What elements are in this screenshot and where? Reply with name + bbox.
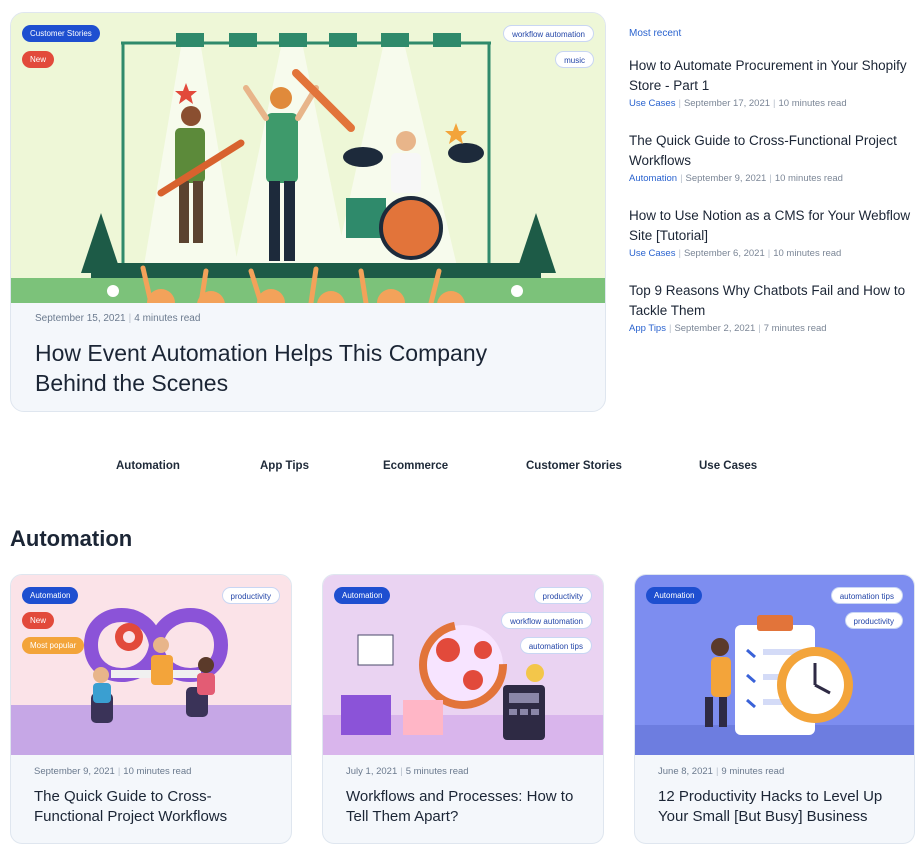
article-meta: June 8, 2021 | 9 minutes read (658, 766, 785, 777)
category-badge[interactable]: Automation (334, 587, 391, 604)
recent-item-meta: App Tips | September 2, 2021 | 7 minutes rea… (629, 323, 827, 334)
list-item[interactable]: The Quick Guide to Cross-Functional Proj… (629, 131, 915, 184)
recent-item-category[interactable]: Use Cases (629, 248, 675, 259)
article-title[interactable]: The Quick Guide to Cross-Functional Proj… (34, 787, 279, 827)
recent-item-meta: Use Cases | September 17, 2021 | 10 minutes … (629, 98, 847, 109)
article-card[interactable]: Automation automation tips productivity … (634, 574, 915, 844)
featured-article-title[interactable]: How Event Automation Helps This Company … (35, 338, 555, 398)
recent-item-title[interactable]: How to Automate Procurement in Your Shop… (629, 56, 915, 96)
recent-item-read-time: 10 minutes read (774, 173, 843, 184)
recent-item-date: September 9, 2021 (685, 173, 767, 184)
tab-use-cases[interactable]: Use Cases (699, 460, 757, 472)
concert-illustration (11, 13, 605, 303)
article-read-time: 4 minutes read (134, 313, 201, 324)
category-badge[interactable]: Automation (646, 587, 703, 604)
article-card[interactable]: Automation New Most popular productivity… (10, 574, 292, 844)
article-date: July 1, 2021 (346, 766, 398, 777)
article-title[interactable]: 12 Productivity Hacks to Level Up Your S… (658, 787, 903, 827)
tag-productivity[interactable]: productivity (221, 587, 280, 604)
popular-badge: Most popular (22, 637, 85, 654)
recent-item-date: September 6, 2021 (683, 248, 765, 259)
recent-item-title[interactable]: How to Use Notion as a CMS for Your Webf… (629, 206, 915, 246)
article-read-time: 5 minutes read (405, 766, 469, 777)
article-date: September 15, 2021 (35, 313, 126, 324)
most-recent-list: Most recent How to Automate Procurement … (629, 28, 915, 356)
tag-workflow-automation[interactable]: workflow automation (501, 612, 592, 629)
section-title: Automation (10, 526, 133, 551)
category-badge[interactable]: Customer Stories (22, 25, 100, 42)
recent-item-read-time: 7 minutes read (763, 323, 827, 334)
tag-workflow-automation[interactable]: workflow automation (503, 25, 594, 42)
tag-productivity[interactable]: productivity (533, 587, 592, 604)
new-badge: New (22, 612, 55, 629)
category-badge[interactable]: Automation (22, 587, 79, 604)
new-badge: New (22, 51, 55, 68)
article-card[interactable]: Automation productivity workflow automat… (322, 574, 604, 844)
featured-article-card[interactable]: Customer Stories New workflow automation… (10, 12, 606, 412)
list-item[interactable]: How to Use Notion as a CMS for Your Webf… (629, 206, 915, 259)
recent-item-date: September 17, 2021 (683, 98, 771, 109)
list-item[interactable]: Top 9 Reasons Why Chatbots Fail and How … (629, 281, 915, 334)
article-date: June 8, 2021 (658, 766, 713, 777)
tag-automation-tips[interactable]: automation tips (830, 587, 903, 604)
article-read-time: 9 minutes read (721, 766, 785, 777)
recent-item-meta: Use Cases | September 6, 2021 | 10 minutes r… (629, 248, 842, 259)
tag-productivity[interactable]: productivity (844, 612, 903, 629)
article-meta: September 15, 2021 | 4 minutes read (35, 313, 201, 324)
article-title[interactable]: Workflows and Processes: How to Tell The… (346, 787, 591, 827)
article-meta: July 1, 2021 | 5 minutes read (346, 766, 469, 777)
tab-app-tips[interactable]: App Tips (260, 460, 309, 472)
recent-item-title[interactable]: Top 9 Reasons Why Chatbots Fail and How … (629, 281, 915, 321)
tag-automation-tips[interactable]: automation tips (519, 637, 592, 654)
article-read-time: 10 minutes read (123, 766, 192, 777)
list-item[interactable]: How to Automate Procurement in Your Shop… (629, 56, 915, 109)
category-nav: Automation App Tips Ecommerce Customer S… (0, 460, 915, 480)
recent-item-title[interactable]: The Quick Guide to Cross-Functional Proj… (629, 131, 915, 171)
recent-item-date: September 2, 2021 (674, 323, 756, 334)
recent-item-category[interactable]: Automation (629, 173, 677, 184)
recent-item-read-time: 10 minutes read (778, 98, 847, 109)
recent-item-category[interactable]: Use Cases (629, 98, 675, 109)
recent-item-category[interactable]: App Tips (629, 323, 666, 334)
article-date: September 9, 2021 (34, 766, 115, 777)
recent-item-meta: Automation | September 9, 2021 | 10 minutes … (629, 173, 843, 184)
recent-item-read-time: 10 minutes read (773, 248, 842, 259)
most-recent-heading: Most recent (629, 28, 682, 39)
tab-customer-stories[interactable]: Customer Stories (526, 460, 622, 472)
tag-music[interactable]: music (555, 51, 594, 68)
article-meta: September 9, 2021 | 10 minutes read (34, 766, 192, 777)
tab-automation[interactable]: Automation (116, 460, 180, 472)
tab-ecommerce[interactable]: Ecommerce (383, 460, 448, 472)
